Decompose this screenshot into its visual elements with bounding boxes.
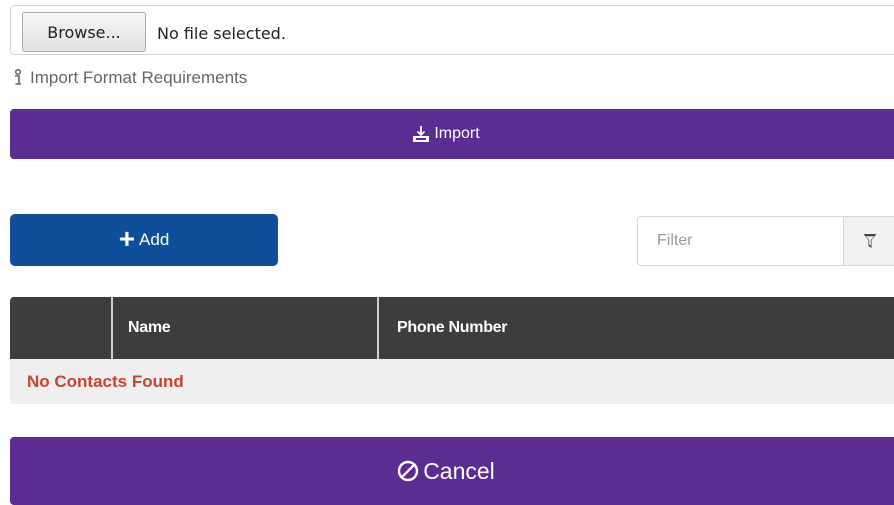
empty-message: No Contacts Found [27,372,184,391]
table-empty-row: No Contacts Found [10,359,894,404]
funnel-icon [863,234,877,248]
browse-button[interactable]: Browse... [22,12,146,52]
import-label: Import [434,125,480,142]
contacts-table-header: Name Phone Number [10,297,894,359]
upload-tray-icon [413,126,430,142]
import-format-requirements-link[interactable]: Import Format Requirements [12,66,247,90]
plus-icon: + [118,222,136,254]
circle-slash-icon [397,460,419,482]
cancel-button[interactable]: Cancel [10,437,894,505]
cancel-label: Cancel [423,457,495,484]
filter-button[interactable] [843,216,894,266]
import-button[interactable]: Import [10,109,894,159]
column-header-name[interactable]: Name [113,297,379,359]
column-header-phone-number[interactable]: Phone Number [381,297,681,359]
file-status-text: No file selected. [157,24,286,43]
contact-import-panel: Browse... No file selected. Import Forma… [0,0,894,505]
add-button[interactable]: + Add [10,214,278,266]
add-label: Add [139,230,170,249]
import-format-requirements-label: Import Format Requirements [30,68,248,87]
filter-input[interactable] [637,216,843,266]
info-icon [14,69,22,85]
column-header-select [10,297,113,359]
